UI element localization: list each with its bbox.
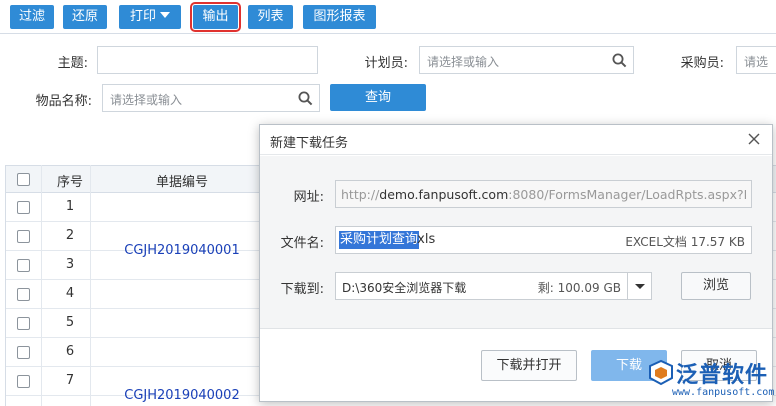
item-name-input[interactable]: 请选择或输入 <box>102 84 320 112</box>
row-checkbox[interactable] <box>17 375 30 388</box>
toolbar: 过滤 还原 打印 输出 列表 图形报表 <box>0 0 776 34</box>
buyer-placeholder: 请选 <box>744 55 769 69</box>
browse-button[interactable]: 浏览 <box>681 272 751 300</box>
buyer-label: 采购员: <box>680 56 724 71</box>
subject-label: 主题: <box>57 56 88 71</box>
item-name-label: 物品名称: <box>35 94 92 109</box>
row-seq: 7 <box>65 373 75 388</box>
row-checkbox[interactable] <box>17 317 30 330</box>
logo-emblem-icon <box>649 359 673 386</box>
buyer-input[interactable]: 请选 <box>736 46 776 74</box>
dialog-body: 网址: http://demo.fanpusoft.com:8080/Forms… <box>260 156 772 329</box>
item-name-placeholder: 请选择或输入 <box>110 93 183 107</box>
header-seq: 序号 <box>56 175 83 190</box>
reset-button[interactable]: 还原 <box>63 5 107 29</box>
url-rest: :8080/FormsManager/LoadRpts.aspx?Rptid <box>508 187 746 202</box>
row-seq: 5 <box>65 315 75 330</box>
planner-placeholder: 请选择或输入 <box>427 55 500 69</box>
row-seq: 1 <box>65 199 75 214</box>
chevron-down-icon <box>160 12 170 18</box>
url-label: 网址: <box>293 190 324 205</box>
path-dropdown-toggle[interactable] <box>627 273 651 299</box>
row-checkbox[interactable] <box>17 201 30 214</box>
chevron-down-icon <box>635 284 645 289</box>
filename-label: 文件名: <box>280 236 324 251</box>
chart-report-button[interactable]: 图形报表 <box>303 5 376 29</box>
header-doc-number: 单据编号 <box>155 175 208 190</box>
dialog-title-bar: 新建下载任务 <box>260 125 772 155</box>
row-checkbox[interactable] <box>17 288 30 301</box>
download-and-open-button[interactable]: 下载并打开 <box>481 350 577 381</box>
doc-number-link[interactable]: CGJH2019040001 <box>92 243 272 258</box>
planner-input[interactable]: 请选择或输入 <box>419 46 634 74</box>
row-seq: 4 <box>65 286 75 301</box>
close-icon[interactable] <box>746 131 762 147</box>
filename-extension: .xls <box>413 232 436 247</box>
url-host: demo.fanpusoft.com <box>379 187 509 202</box>
doc-number-link[interactable]: CGJH2019040002 <box>92 388 272 403</box>
row-checkbox[interactable] <box>17 259 30 272</box>
query-button[interactable]: 查询 <box>330 84 426 111</box>
row-checkbox[interactable] <box>17 230 30 243</box>
search-icon[interactable] <box>612 53 627 72</box>
export-button[interactable]: 输出 <box>190 2 241 32</box>
planner-label: 计划员: <box>364 56 408 71</box>
dialog-title: 新建下载任务 <box>270 136 349 151</box>
list-button[interactable]: 列表 <box>248 5 293 29</box>
watermark-brand: 泛普软件 <box>676 363 769 388</box>
save-path-select[interactable]: D:\360安全浏览器下载 剩: 100.09 GB <box>335 272 652 300</box>
select-all-checkbox[interactable] <box>17 173 30 186</box>
print-button-label: 打印 <box>129 9 156 24</box>
save-path-text: D:\360安全浏览器下载 <box>342 281 467 295</box>
row-seq: 2 <box>65 228 75 243</box>
filter-button[interactable]: 过滤 <box>10 5 54 29</box>
url-prefix: http:// <box>341 187 380 202</box>
file-type-size: EXCEL文档 17.57 KB <box>625 235 745 249</box>
url-field: http://demo.fanpusoft.com:8080/FormsMana… <box>335 180 752 208</box>
filename-selected-text: 采购计划查询 <box>339 231 420 249</box>
print-button[interactable]: 打印 <box>119 5 181 29</box>
row-seq: 3 <box>65 257 75 272</box>
save-to-label: 下载到: <box>280 282 324 297</box>
watermark-url: www.fanpusoft.com <box>672 387 775 398</box>
row-seq: 6 <box>65 344 75 359</box>
watermark-logo: 泛普软件 www.fanpusoft.com <box>646 357 776 406</box>
row-checkbox[interactable] <box>17 346 30 359</box>
url-text: http://demo.fanpusoft.com:8080/FormsMana… <box>341 187 746 202</box>
search-icon[interactable] <box>298 91 313 110</box>
free-space: 剩: 100.09 GB <box>537 281 621 295</box>
filename-input[interactable]: 采购计划查询 .xls EXCEL文档 17.57 KB <box>335 226 752 254</box>
subject-input[interactable] <box>97 46 318 74</box>
